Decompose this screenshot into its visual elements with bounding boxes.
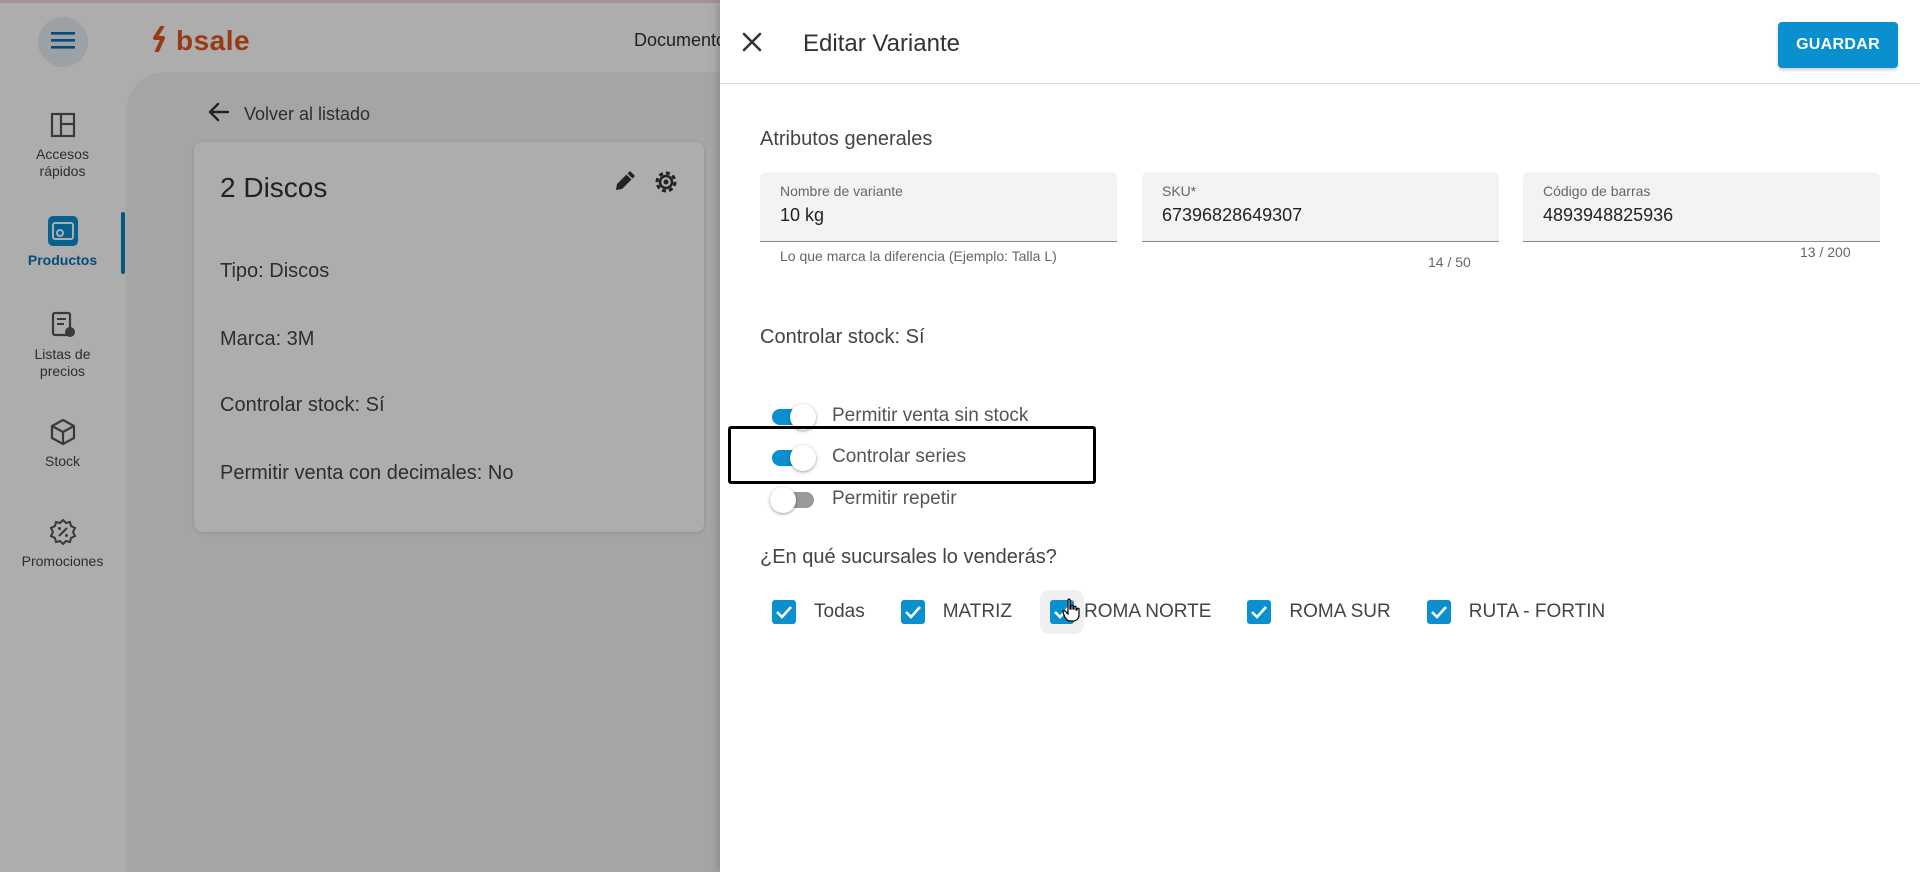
barcode-counter: 13 / 200 bbox=[1800, 244, 1851, 260]
hand-cursor-icon bbox=[1062, 598, 1080, 627]
checkbox-checked-icon[interactable] bbox=[1426, 600, 1451, 624]
variant-name-field[interactable]: Nombre de variante bbox=[760, 172, 1117, 242]
barcode-field[interactable]: Código de barras bbox=[1523, 172, 1880, 242]
branch-ruta-fortin[interactable]: RUTA - FORTIN bbox=[1426, 600, 1606, 624]
branches-title: ¿En qué sucursales lo venderás? bbox=[760, 546, 1057, 568]
modal-overlay[interactable] bbox=[0, 0, 720, 872]
edit-variant-drawer: Editar Variante GUARDAR Atributos genera… bbox=[720, 0, 1920, 872]
general-attributes-title: Atributos generales bbox=[760, 128, 933, 150]
sku-label: SKU* bbox=[1162, 183, 1197, 199]
sku-field[interactable]: SKU* bbox=[1142, 172, 1499, 242]
highlight-box bbox=[728, 426, 1096, 484]
drawer-header: Editar Variante GUARDAR bbox=[720, 0, 1920, 84]
sku-input[interactable] bbox=[1162, 205, 1482, 226]
save-button[interactable]: GUARDAR bbox=[1778, 22, 1898, 68]
branch-label: ROMA SUR bbox=[1289, 601, 1391, 622]
branch-roma-sur[interactable]: ROMA SUR bbox=[1247, 600, 1391, 624]
stock-control-title: Controlar stock: Sí bbox=[760, 326, 925, 348]
variant-name-label: Nombre de variante bbox=[780, 183, 903, 199]
close-button[interactable] bbox=[732, 24, 772, 64]
close-icon bbox=[742, 32, 762, 57]
branch-label: RUTA - FORTIN bbox=[1468, 601, 1606, 622]
checkbox-checked-icon[interactable] bbox=[772, 600, 796, 624]
checkbox-checked-icon[interactable] bbox=[900, 600, 925, 624]
barcode-label: Código de barras bbox=[1543, 183, 1651, 199]
variant-name-counter: 14 / 50 bbox=[1428, 254, 1471, 270]
branch-label: Todas bbox=[814, 601, 865, 622]
toggle-label: Permitir venta sin stock bbox=[832, 405, 1029, 426]
branch-matriz[interactable]: MATRIZ bbox=[900, 600, 1013, 624]
checkbox-checked-icon[interactable] bbox=[1247, 600, 1272, 624]
branch-label: ROMA NORTE bbox=[1084, 601, 1212, 622]
branch-label: MATRIZ bbox=[942, 601, 1013, 622]
branch-todas[interactable]: Todas bbox=[772, 600, 865, 624]
variant-name-input[interactable] bbox=[780, 205, 1100, 226]
drawer-title: Editar Variante bbox=[803, 30, 960, 57]
toggle-permitir-repetir[interactable]: Permitir repetir bbox=[770, 485, 957, 513]
toggle-switch[interactable] bbox=[770, 485, 814, 513]
variant-name-helper: Lo que marca la diferencia (Ejemplo: Tal… bbox=[780, 248, 1057, 264]
toggle-label: Permitir repetir bbox=[832, 488, 957, 509]
barcode-input[interactable] bbox=[1543, 205, 1863, 226]
branches-checklist: Todas MATRIZ ROMA NORTE ROMA SUR RUTA - … bbox=[772, 600, 1641, 624]
